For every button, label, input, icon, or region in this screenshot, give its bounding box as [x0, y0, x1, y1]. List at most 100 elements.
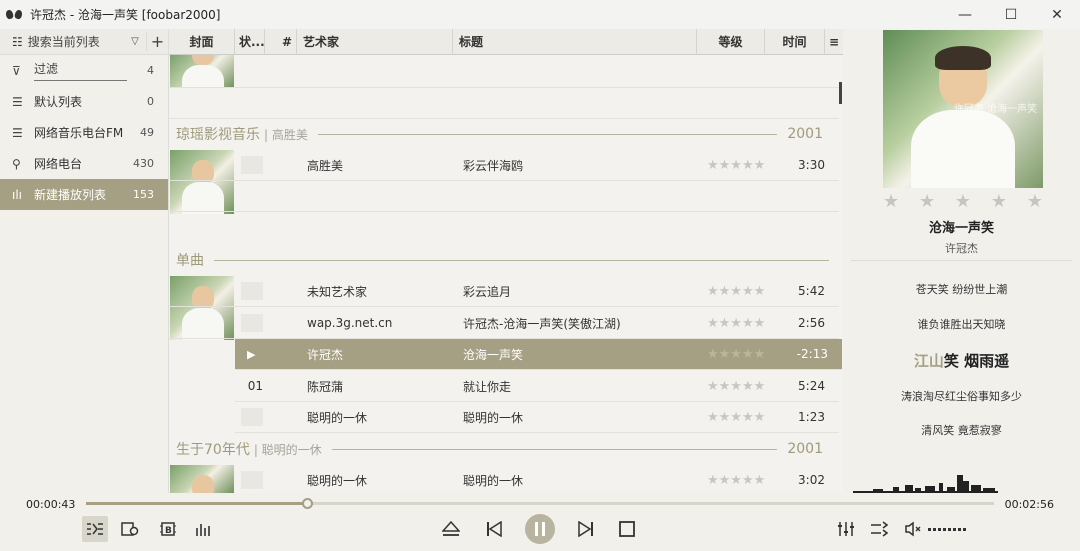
total-time: 00:02:56: [1004, 498, 1054, 511]
star-icon[interactable]: ★: [883, 191, 899, 212]
rating-stars[interactable]: ★★★★★: [707, 316, 765, 331]
sidebar-item-new-playlist[interactable]: ılı 新建播放列表 153: [0, 179, 168, 210]
now-playing-rating[interactable]: ★ ★ ★ ★ ★: [883, 191, 1043, 212]
previous-track-icon: [487, 521, 502, 537]
lyrics-button[interactable]: B: [155, 516, 181, 542]
sidebar-item-count: 153: [133, 188, 154, 201]
sidebar-item-filter[interactable]: ⊽ 过滤 4: [0, 55, 168, 86]
table-row[interactable]: 01 陈冠蒲 就让你走 ★★★★★ 5:24: [235, 371, 839, 402]
eject-icon: [442, 521, 460, 536]
track-title: 沧海一声笑: [463, 347, 524, 362]
status-cell: [241, 156, 263, 174]
star-icon[interactable]: ★: [1027, 191, 1043, 212]
track-title: 彩云追月: [463, 284, 512, 299]
playlist-scrollbar[interactable]: [839, 82, 842, 104]
track-title: 就让你走: [463, 379, 512, 394]
table-row[interactable]: 未知艺术家 彩云追月 ★★★★★ 5:42: [169, 276, 839, 307]
table-row[interactable]: [169, 181, 839, 212]
track-artist: wap.3g.net.cn: [307, 316, 393, 330]
window-title: 许冠杰 - 沧海一声笑 [foobar2000]: [30, 8, 221, 22]
sidebar-item-count: 430: [133, 157, 154, 170]
lyric-line: 清风笑 竟惹寂寥: [921, 424, 1002, 437]
rating-stars[interactable]: ★★★★★: [707, 473, 765, 488]
rating-stars[interactable]: ★★★★★: [707, 410, 765, 425]
sidebar-item-net-radio[interactable]: ⚲ 网络电台 430: [0, 148, 168, 179]
sidebar-item-net-music-fm[interactable]: ☰ 网络音乐电台FM 49: [0, 117, 168, 148]
playlist-search-bar[interactable]: ☷ 搜索当前列表 ▽ +: [0, 29, 168, 55]
dsp-button[interactable]: [833, 516, 859, 542]
group-year: 2001: [787, 126, 823, 142]
track-artist: 未知艺术家: [307, 284, 368, 299]
stop-button[interactable]: [614, 516, 640, 542]
lyric-line: 涛浪淘尽红尘俗事知多少: [901, 390, 1022, 403]
foobar-alien-icon: [6, 8, 22, 22]
lyric-line: 谁负谁胜出天知晓: [917, 318, 1006, 331]
column-header-rating[interactable]: 等级: [697, 29, 765, 55]
table-row[interactable]: 聪明的一休 聪明的一休 ★★★★★ 1:23: [235, 402, 839, 433]
next-button[interactable]: [573, 516, 599, 542]
chevron-down-icon[interactable]: ▽: [124, 36, 146, 47]
table-row[interactable]: wap.3g.net.cn 许冠杰-沧海一声笑(笑傲江湖) ★★★★★ 2:56: [169, 308, 839, 339]
sidebar-item-count: 4: [147, 64, 154, 77]
sidebar-item-label: 过滤: [34, 60, 127, 81]
playlist-view-button[interactable]: [82, 516, 108, 542]
status-cell: [241, 471, 263, 489]
minimize-button[interactable]: —: [942, 0, 988, 29]
transport-bar: 00:00:43 00:02:56 B: [0, 493, 1080, 551]
library-icon: [121, 522, 139, 536]
column-header-artist[interactable]: 艺术家: [297, 29, 453, 55]
table-row[interactable]: [169, 56, 839, 88]
lyrics-icon: B: [160, 522, 176, 536]
library-button[interactable]: [117, 516, 143, 542]
volume-slider[interactable]: [928, 528, 968, 531]
group-divider: [317, 133, 778, 135]
sidebar-item-default-list[interactable]: ☰ 默认列表 0: [0, 86, 168, 117]
now-playing-cover: 许冠杰 沧海一声笑: [883, 30, 1043, 188]
eject-button[interactable]: [438, 516, 464, 542]
shuffle-icon: [871, 521, 888, 537]
table-row[interactable]: [169, 88, 839, 119]
status-cell: [241, 408, 263, 426]
track-artist: 聪明的一休: [307, 473, 368, 488]
sidebar-item-label: 网络电台: [34, 157, 83, 171]
visualizer-button[interactable]: [191, 516, 217, 542]
seek-bar[interactable]: [86, 498, 994, 509]
column-header-cover[interactable]: 封面: [169, 29, 235, 55]
rating-stars[interactable]: ★★★★★: [707, 379, 765, 394]
pause-icon: [535, 522, 545, 536]
star-icon[interactable]: ★: [955, 191, 971, 212]
lyric-line: 苍天笑 纷纷世上潮: [915, 283, 1008, 296]
maximize-button[interactable]: ☐: [988, 0, 1034, 29]
column-header-status[interactable]: 状...: [235, 29, 265, 55]
column-menu-icon[interactable]: ≡: [825, 29, 843, 55]
column-header-time[interactable]: 时间: [765, 29, 825, 55]
previous-button[interactable]: [481, 516, 507, 542]
close-button[interactable]: ✕: [1034, 0, 1080, 29]
shuffle-button[interactable]: [866, 516, 892, 542]
pause-button[interactable]: [525, 514, 555, 544]
now-playing-panel: 许冠杰 沧海一声笑 ★ ★ ★ ★ ★ 沧海一声笑 许冠杰 苍天笑 纷纷世上潮 …: [843, 29, 1080, 493]
rating-stars[interactable]: ★★★★★: [707, 284, 765, 299]
filter-icon: ⊽: [12, 63, 21, 78]
search-current-list-input[interactable]: 搜索当前列表: [28, 33, 124, 50]
group-year: 2001: [787, 441, 823, 457]
seek-handle[interactable]: [302, 498, 314, 509]
rating-stars[interactable]: ★★★★★: [707, 158, 765, 173]
elapsed-time: 00:00:43: [26, 498, 76, 511]
column-header-title[interactable]: 标题: [453, 29, 697, 55]
table-row[interactable]: 聪明的一休 聪明的一休 ★★★★★ 3:02: [169, 465, 839, 493]
star-icon[interactable]: ★: [919, 191, 935, 212]
group-header: 生于70年代 | 聪明的一休 2001: [169, 439, 839, 459]
rating-stars[interactable]: ★★★★★: [707, 347, 765, 362]
radio-pin-icon: ⚲: [12, 156, 21, 171]
now-playing-artist: 许冠杰: [945, 242, 978, 255]
title-bar: 许冠杰 - 沧海一声笑 [foobar2000] — ☐ ✕: [0, 0, 1080, 29]
group-album: 生于70年代: [176, 442, 250, 458]
add-playlist-button[interactable]: +: [146, 32, 168, 51]
table-row-playing[interactable]: ▶ 许冠杰 沧海一声笑 ★★★★★ -2:13: [235, 339, 842, 370]
mute-button[interactable]: [900, 516, 926, 542]
table-row[interactable]: 高胜美 彩云伴海鸥 ★★★★★ 3:30: [169, 150, 839, 181]
column-header-number[interactable]: #: [265, 29, 297, 55]
track-title: 聪明的一休: [463, 410, 524, 425]
star-icon[interactable]: ★: [991, 191, 1007, 212]
